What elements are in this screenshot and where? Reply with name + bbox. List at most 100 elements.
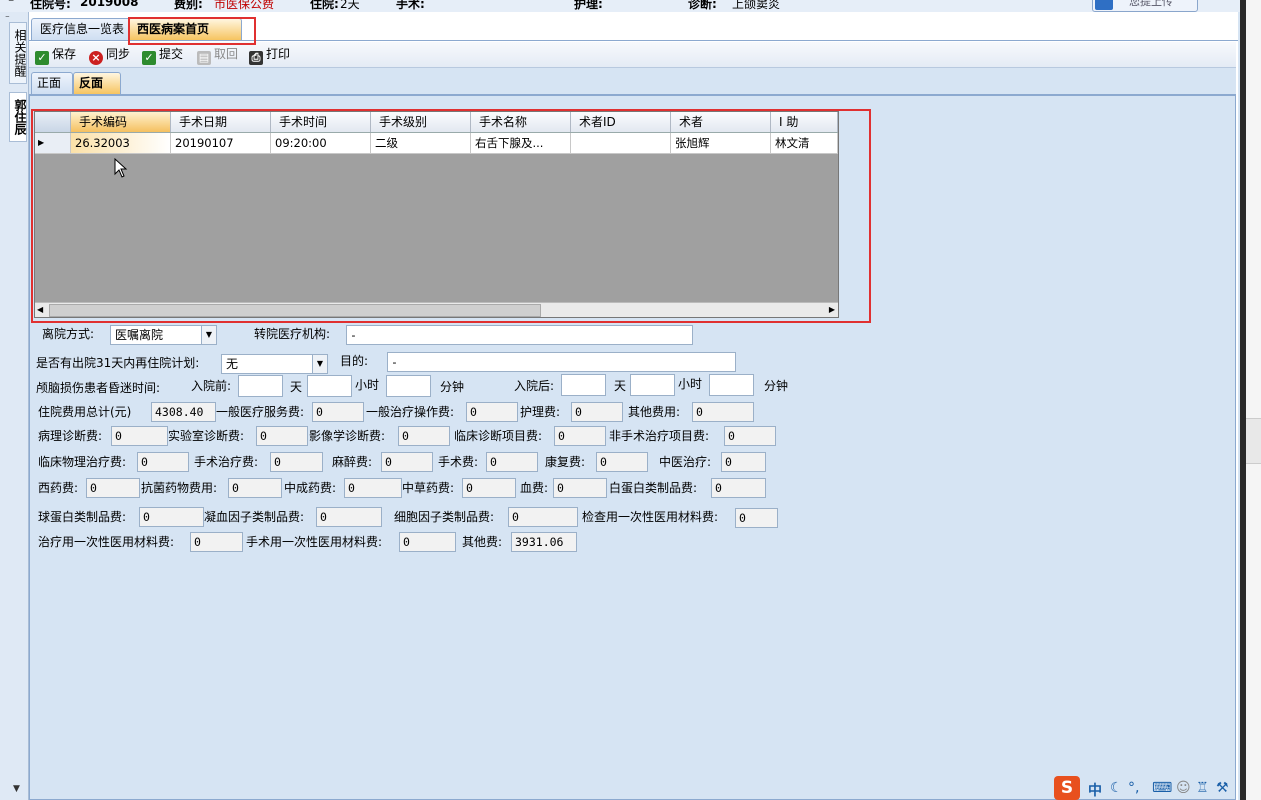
error-circle-icon: ×: [89, 51, 103, 65]
blood-field[interactable]: 0: [553, 478, 607, 498]
imaging-field[interactable]: 0: [398, 426, 450, 446]
save-button[interactable]: ✓ 保存: [35, 46, 77, 65]
surg-material-field[interactable]: 0: [399, 532, 456, 552]
recall-button[interactable]: ▤ 取回: [197, 46, 239, 65]
discharge-method-select[interactable]: 医嘱离院 ▼: [110, 325, 217, 345]
side-tab-patient[interactable]: 郭住辰: [9, 92, 27, 142]
transfer-org-label: 转院医疗机构:: [254, 327, 331, 341]
exam-material-field[interactable]: 0: [735, 508, 778, 528]
physio-field[interactable]: 0: [137, 452, 189, 472]
print-label: 打印: [266, 47, 291, 61]
purpose-field[interactable]: -: [387, 352, 736, 372]
other2-field[interactable]: 3931.06: [511, 532, 577, 552]
general-service-field[interactable]: 0: [312, 402, 364, 422]
clinical-diag-field[interactable]: 0: [554, 426, 606, 446]
other-fee-field[interactable]: 0: [692, 402, 754, 422]
blood-label: 血费:: [520, 481, 549, 495]
grid-highlight-box: [31, 109, 871, 323]
ime-punct-toggle[interactable]: °,: [1128, 780, 1139, 796]
surgical-treat-field[interactable]: 0: [270, 452, 323, 472]
general-treatment-label: 一般治疗操作费:: [366, 405, 455, 419]
globulin-field[interactable]: 0: [139, 507, 204, 527]
tab-back[interactable]: 反面: [73, 72, 121, 94]
antibiotic-field[interactable]: 0: [228, 478, 282, 498]
user-icon[interactable]: ☺: [1176, 780, 1191, 796]
treat-material-label: 治疗用一次性医用材料费:: [38, 535, 175, 549]
transfer-org-field[interactable]: -: [346, 325, 693, 345]
stay-label: 住院:: [310, 0, 339, 11]
pathology-field[interactable]: 0: [111, 426, 168, 446]
tab-medical-info-list[interactable]: 医疗信息一览表: [31, 18, 138, 40]
chevron-down-icon: ▼: [201, 326, 216, 344]
inner-tab-strip: 正面 反面: [29, 68, 1236, 95]
herbal-label: 中草药费:: [402, 481, 455, 495]
recall-label: 取回: [214, 47, 239, 61]
day-unit-label-2: 天: [614, 379, 627, 393]
ime-mode-toggle[interactable]: 中: [1088, 780, 1102, 800]
total-cost-label: 住院费用总计(元): [38, 405, 132, 419]
clinical-diag-label: 临床诊断项目费:: [454, 429, 543, 443]
surg-material-label: 手术用一次性医用材料费:: [246, 535, 383, 549]
western-med-field[interactable]: 0: [86, 478, 140, 498]
before-admit-label: 入院前:: [191, 379, 232, 393]
readmit-value: 无: [226, 357, 239, 371]
tcm-field[interactable]: 0: [721, 452, 766, 472]
nursing-fee-field[interactable]: 0: [571, 402, 623, 422]
albumin-label: 白蛋白类制品费:: [609, 481, 698, 495]
cytokine-label: 细胞因子类制品费:: [394, 510, 495, 524]
ime-toolbar[interactable]: S 中 ☾ °, ⌨ ☺ ♖ ⚒: [1052, 776, 1240, 800]
readmit-select[interactable]: 无 ▼: [221, 354, 328, 374]
nursing-fee-label: 护理费:: [520, 405, 561, 419]
moon-icon[interactable]: ☾: [1110, 780, 1123, 796]
general-service-label: 一般医疗服务费:: [216, 405, 305, 419]
discharge-method-label: 离院方式:: [42, 327, 95, 341]
minute-unit-label-2: 分钟: [764, 379, 789, 393]
submit-button[interactable]: ✓ 提交: [142, 46, 184, 65]
rehab-field[interactable]: 0: [596, 452, 648, 472]
general-treatment-field[interactable]: 0: [466, 402, 518, 422]
patent-med-field[interactable]: 0: [344, 478, 402, 498]
keyboard-icon[interactable]: ⌨: [1152, 780, 1172, 796]
upload-button-label: 您提上传: [1129, 0, 1173, 8]
before-admit-hour-field[interactable]: [307, 375, 352, 397]
before-admit-minute-field[interactable]: [386, 375, 431, 397]
ime-logo-icon[interactable]: S: [1054, 776, 1080, 800]
save-label: 保存: [52, 47, 77, 61]
other2-label: 其他费:: [462, 535, 503, 549]
coag-label: 凝血因子类制品费:: [204, 510, 305, 524]
after-admit-day-field[interactable]: [561, 374, 606, 396]
submit-label: 提交: [159, 47, 184, 61]
treat-material-field[interactable]: 0: [190, 532, 243, 552]
tab-highlight-box: [128, 17, 256, 45]
stay-value: 2天: [340, 0, 360, 11]
wrench-icon[interactable]: ⚒: [1216, 780, 1229, 796]
after-admit-hour-field[interactable]: [630, 374, 675, 396]
scroll-down-arrow-icon[interactable]: ▼: [13, 784, 20, 794]
herbal-field[interactable]: 0: [462, 478, 516, 498]
anesthesia-field[interactable]: 0: [381, 452, 433, 472]
right-edge-strip: [1240, 0, 1261, 800]
surgery-fee-label: 手术费:: [438, 455, 479, 469]
lab-field[interactable]: 0: [256, 426, 308, 446]
coag-field[interactable]: 0: [316, 507, 382, 527]
total-cost-field[interactable]: 4308.40: [151, 402, 216, 422]
exam-material-label: 检查用一次性医用材料费:: [582, 510, 719, 524]
sync-button[interactable]: × 同步: [89, 46, 130, 65]
after-admit-minute-field[interactable]: [709, 374, 754, 396]
side-tab-reminders[interactable]: 相关提醒: [9, 22, 27, 84]
antibiotic-label: 抗菌药物费用:: [141, 481, 218, 495]
menu-marker: ⁻: [8, 0, 15, 9]
printer-icon: ⎙: [249, 51, 263, 65]
before-admit-day-field[interactable]: [238, 375, 283, 397]
albumin-field[interactable]: 0: [711, 478, 766, 498]
discharge-method-value: 医嘱离院: [115, 328, 164, 342]
skin-shirt-icon[interactable]: ♖: [1196, 780, 1209, 796]
rehab-label: 康复费:: [545, 455, 586, 469]
print-button[interactable]: ⎙ 打印: [249, 46, 291, 65]
cytokine-field[interactable]: 0: [508, 507, 578, 527]
tab-front[interactable]: 正面: [31, 72, 73, 94]
upload-button[interactable]: 您提上传: [1092, 0, 1198, 12]
surgery-fee-field[interactable]: 0: [486, 452, 538, 472]
check-icon: ✓: [142, 51, 156, 65]
nonsurgical-field[interactable]: 0: [724, 426, 776, 446]
